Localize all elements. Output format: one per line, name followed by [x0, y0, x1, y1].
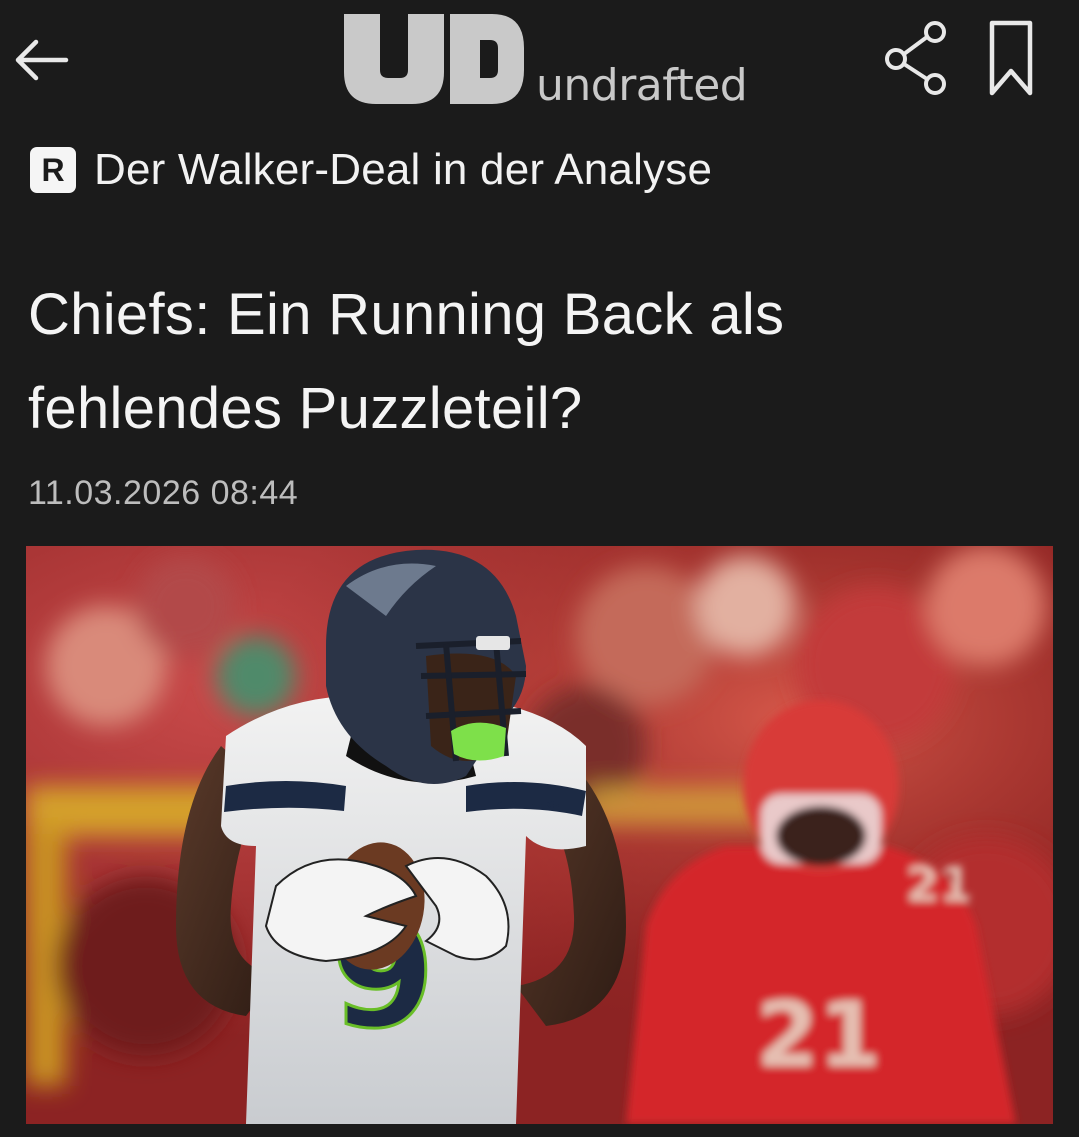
bookmark-button[interactable] — [978, 16, 1044, 100]
back-button[interactable] — [12, 30, 72, 90]
arrow-left-icon — [15, 39, 69, 81]
bookmark-icon — [989, 20, 1033, 96]
share-icon — [885, 21, 946, 95]
logo-wordmark: undrafted — [536, 60, 748, 111]
svg-text:SEAHAWKS: SEAHAWKS — [496, 800, 559, 811]
article-kicker: R Der Walker-Deal in der Analyse — [30, 142, 712, 198]
premium-badge: R — [30, 147, 76, 193]
article-headline: Chiefs: Ein Running Back als fehlendes P… — [28, 268, 1028, 456]
hero-image-illustration: 21 21 SEAHAWKS 9 — [26, 546, 1053, 1124]
headline-line-2: fehlendes Puzzleteil? — [28, 376, 583, 441]
kicker-text: Der Walker-Deal in der Analyse — [94, 145, 713, 194]
share-button[interactable] — [878, 18, 954, 98]
article-page: undrafted R Der Walker-Deal in der Analy… — [0, 0, 1079, 1137]
hero-image[interactable]: 21 21 SEAHAWKS 9 — [26, 546, 1053, 1124]
top-bar: undrafted — [0, 0, 1079, 120]
article-timestamp: 11.03.2026 08:44 — [28, 474, 299, 512]
undrafted-logo[interactable]: undrafted — [340, 8, 748, 111]
ud-logo-mark — [344, 14, 524, 104]
svg-text:21: 21 — [756, 983, 881, 1088]
svg-text:21: 21 — [906, 857, 973, 913]
headline-line-1: Chiefs: Ein Running Back als — [28, 282, 785, 347]
